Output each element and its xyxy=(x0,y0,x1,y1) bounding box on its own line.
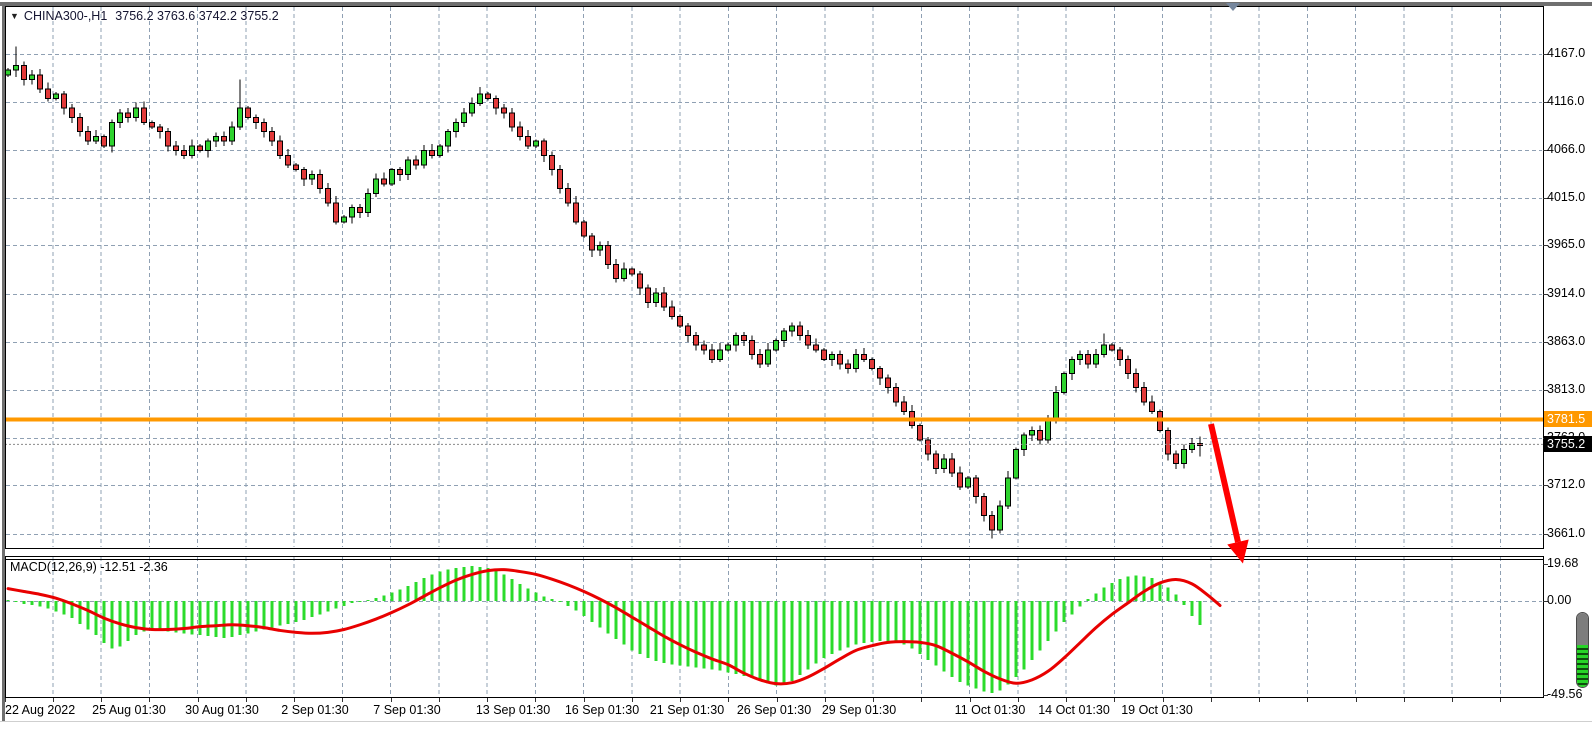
time-axis-label: 13 Sep 01:30 xyxy=(476,703,550,717)
price-axis-label: 3712.0 xyxy=(1547,477,1585,491)
time-axis-label: 16 Sep 01:30 xyxy=(565,703,639,717)
current-price-tag: 3755.2 xyxy=(1544,436,1592,452)
time-axis-label: 19 Oct 01:30 xyxy=(1121,703,1193,717)
price-axis-label: 3863.0 xyxy=(1547,334,1585,348)
time-axis-label: 30 Aug 01:30 xyxy=(185,703,259,717)
price-axis-label: 4167.0 xyxy=(1547,46,1585,60)
price-axis-label: 4015.0 xyxy=(1547,190,1585,204)
time-axis-label: 14 Oct 01:30 xyxy=(1038,703,1110,717)
scroll-pill-gray-part xyxy=(1577,613,1588,645)
mt4-chart-window: ▼CHINA300-,H13756.2 3763.6 3742.2 3755.2… xyxy=(0,0,1592,730)
macd-axis-label: 19.68 xyxy=(1547,556,1578,570)
time-axis-label: 11 Oct 01:30 xyxy=(955,703,1026,717)
macd-axis-label: -49.56 xyxy=(1547,687,1582,701)
scroll-pill-green-part xyxy=(1577,645,1588,687)
time-axis-label: 29 Sep 01:30 xyxy=(822,703,896,717)
macd-axis-label: 0.00 xyxy=(1547,593,1571,607)
time-axis-label: 7 Sep 01:30 xyxy=(373,703,440,717)
time-axis-label: 21 Sep 01:30 xyxy=(650,703,724,717)
horizontal-line-price-tag[interactable]: 3781.5 xyxy=(1544,411,1592,427)
price-axis-label: 3813.0 xyxy=(1547,382,1585,396)
time-axis-label: 26 Sep 01:30 xyxy=(737,703,811,717)
time-axis-label: 25 Aug 01:30 xyxy=(92,703,166,717)
price-axis-label: 3661.0 xyxy=(1547,526,1585,540)
price-axis-label: 3914.0 xyxy=(1547,286,1585,300)
scroll-indicator-pill[interactable] xyxy=(1576,612,1589,688)
price-axis-label: 3965.0 xyxy=(1547,237,1585,251)
price-axis-label: 4066.0 xyxy=(1547,142,1585,156)
time-axis-label: 2 Sep 01:30 xyxy=(281,703,348,717)
time-axis[interactable]: 22 Aug 2022 25 Aug 01:30 30 Aug 01:30 2 Sep… xyxy=(0,703,1592,721)
price-axis-label: 4116.0 xyxy=(1547,94,1584,108)
price-axis[interactable]: 4167.0 4116.0 4066.0 4015.0 3965.0 3914.0 3863… xyxy=(0,0,1592,730)
time-axis-label: 22 Aug 2022 xyxy=(5,703,75,717)
